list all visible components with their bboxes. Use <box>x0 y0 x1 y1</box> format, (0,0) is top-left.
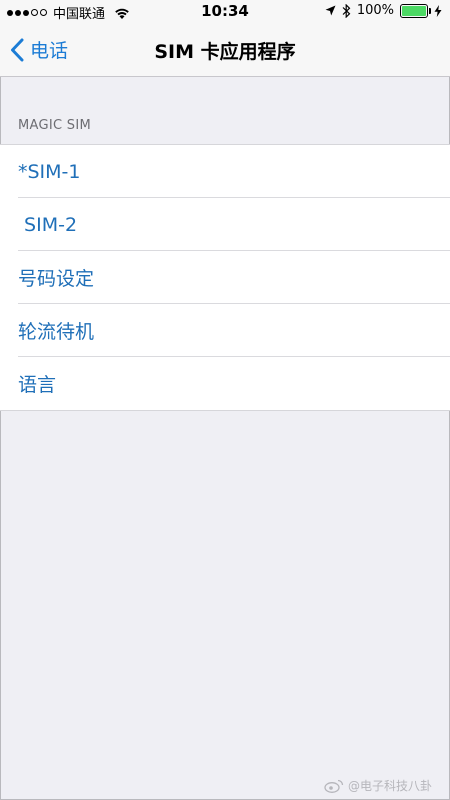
list-item-language[interactable]: 语言 <box>0 357 450 410</box>
list-item-label: 号码设定 <box>18 268 95 290</box>
list-item-sim-1[interactable]: *SIM-1 <box>0 145 450 198</box>
status-right: 100% <box>325 3 442 18</box>
list-item-label: 语言 <box>18 374 57 396</box>
battery-fill <box>402 5 426 16</box>
list-item-label: SIM-2 <box>18 213 78 236</box>
battery-icon <box>400 3 431 18</box>
weibo-logo-icon <box>324 779 344 793</box>
navigation-bar: 电话 SIM 卡应用程序 <box>0 24 450 77</box>
section-header: MAGIC SIM <box>18 118 92 133</box>
list-item-sim-2[interactable]: SIM-2 <box>0 198 450 251</box>
list-item-number-settings[interactable]: 号码设定 <box>0 251 450 304</box>
page-title: SIM 卡应用程序 <box>154 41 296 63</box>
list-item-alternate-standby[interactable]: 轮流待机 <box>0 304 450 357</box>
list-item-label: *SIM-1 <box>18 160 81 183</box>
location-arrow-icon <box>325 5 336 16</box>
battery-percentage: 100% <box>356 3 394 18</box>
status-bar: 中国联通 10:34 100% <box>0 0 450 24</box>
menu-list: *SIM-1 SIM-2 号码设定 轮流待机 语言 <box>0 144 450 411</box>
bluetooth-icon <box>342 3 351 18</box>
watermark-text: @电子科技八卦 <box>347 779 432 793</box>
charging-icon <box>434 4 442 17</box>
watermark: @电子科技八卦 <box>324 777 432 794</box>
list-item-label: 轮流待机 <box>18 321 95 343</box>
